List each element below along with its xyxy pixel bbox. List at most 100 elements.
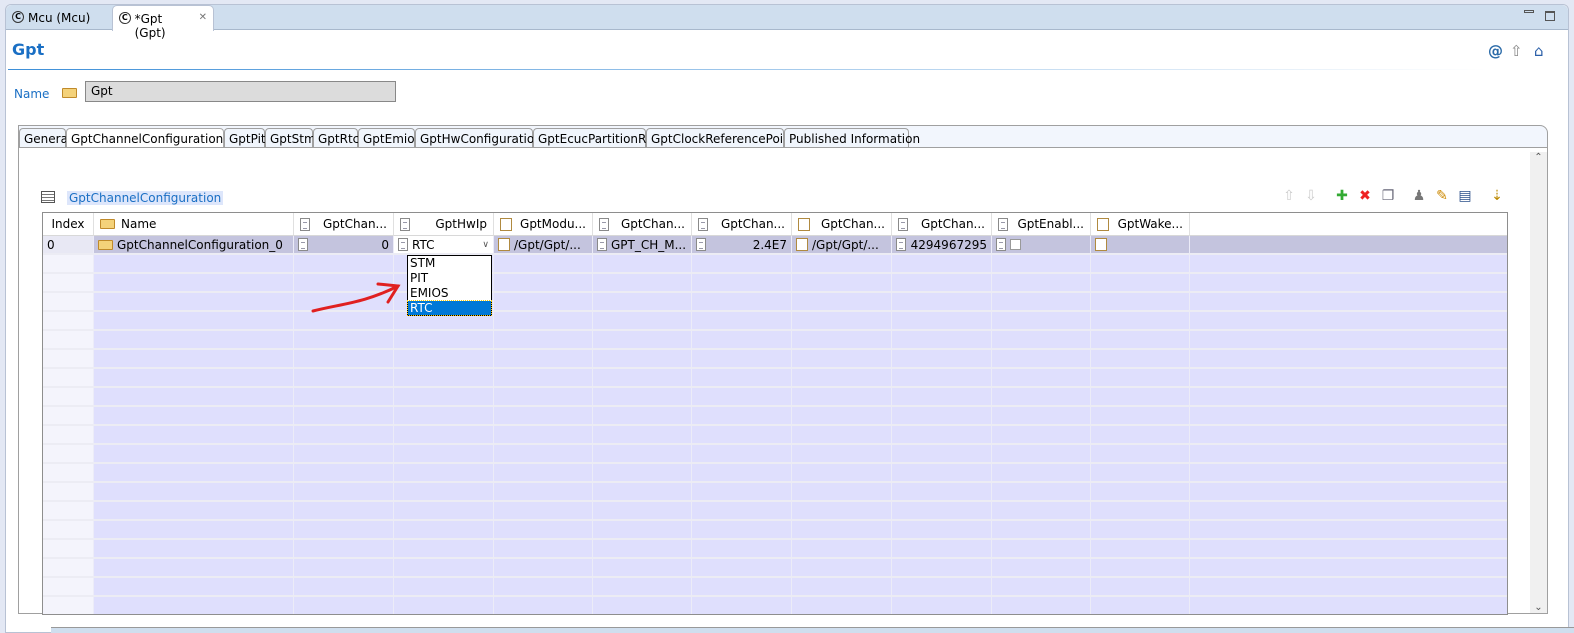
empty-cell	[43, 445, 94, 464]
column-header-label: GptChan...	[820, 217, 885, 231]
empty-cell	[593, 578, 692, 597]
move-up-icon[interactable]: ⇧	[1281, 188, 1297, 204]
empty-cell	[394, 559, 494, 578]
table-cell[interactable]: 4294967295	[892, 236, 992, 255]
home-icon[interactable]: ⌂	[1534, 42, 1544, 60]
table-cell[interactable]: 0	[294, 236, 394, 255]
dropdown-option[interactable]: EMIOS	[408, 286, 491, 301]
tab-gptrtc[interactable]: GptRtc	[313, 128, 359, 148]
dropdown-option[interactable]: PIT	[408, 271, 491, 286]
tab-gptstm[interactable]: GptStm	[265, 128, 316, 148]
column-header[interactable]: GptHwIp	[394, 213, 494, 236]
tab-gpthwconfiguration[interactable]: GptHwConfiguration	[415, 128, 542, 148]
checkbox[interactable]	[1010, 239, 1021, 250]
empty-cell	[494, 502, 593, 521]
column-header[interactable]: GptChan...	[593, 213, 692, 236]
empty-cell	[94, 521, 294, 540]
empty-cell	[294, 464, 394, 483]
column-header[interactable]: GptChan...	[294, 213, 394, 236]
column-header[interactable]: Name	[94, 213, 294, 236]
at-icon[interactable]: @	[1488, 42, 1503, 60]
empty-cell	[1091, 483, 1190, 502]
dropdown-option[interactable]: STM	[408, 256, 491, 271]
config-icon: C	[119, 12, 131, 24]
minimize-icon[interactable]	[1524, 10, 1534, 13]
column-header[interactable]: GptModu...	[494, 213, 593, 236]
column-header-label: GptChan...	[920, 217, 985, 231]
dropdown-option-selected[interactable]: RTC	[407, 300, 492, 316]
column-header[interactable]: GptChan...	[692, 213, 792, 236]
parameter-icon	[599, 217, 609, 231]
column-header[interactable]: Index	[43, 213, 94, 236]
table-cell[interactable]	[1091, 236, 1190, 255]
column-header[interactable]: GptChan...	[892, 213, 992, 236]
user-icon[interactable]: ♟	[1411, 188, 1427, 204]
empty-cell	[294, 331, 394, 350]
table-cell[interactable]	[1190, 236, 1507, 255]
empty-cell	[1190, 483, 1507, 502]
tab-gptecucpartitionref[interactable]: GptEcucPartitionRef	[533, 128, 657, 148]
empty-cell	[593, 407, 692, 426]
tab-gptchannelconfiguration[interactable]: GptChannelConfiguration	[66, 128, 224, 149]
column-header[interactable]: GptWake...	[1091, 213, 1190, 236]
chevron-down-icon[interactable]: ∨	[482, 240, 489, 250]
edit-icon[interactable]: ✎	[1434, 188, 1450, 204]
reference-icon	[1097, 217, 1109, 231]
empty-cell	[294, 369, 394, 388]
table-cell[interactable]: 2.4E7	[692, 236, 792, 255]
tab-gptemios[interactable]: GptEmios	[358, 128, 421, 148]
empty-cell	[992, 293, 1091, 312]
parameter-icon	[996, 238, 1006, 251]
column-header-label: GptHwIp	[435, 217, 487, 231]
column-header-label: GptChan...	[620, 217, 685, 231]
add-icon[interactable]: ✚	[1334, 188, 1350, 204]
table-cell[interactable]: /Gpt/Gpt/...	[792, 236, 892, 255]
table-cell[interactable]: GPT_CH_M...	[593, 236, 692, 255]
tab-published-information[interactable]: Published Information	[784, 128, 920, 148]
up-arrow-icon[interactable]: ⇧	[1510, 42, 1523, 60]
empty-cell	[94, 502, 294, 521]
scroll-down-icon[interactable]: ⌄	[1530, 602, 1547, 613]
empty-cell	[43, 312, 94, 331]
empty-cell	[1190, 502, 1507, 521]
empty-cell	[1190, 426, 1507, 445]
table-cell[interactable]	[992, 236, 1091, 255]
scroll-up-icon[interactable]: ⌃	[1530, 152, 1547, 163]
column-header[interactable]: GptChan...	[792, 213, 892, 236]
maximize-icon[interactable]	[1545, 11, 1555, 21]
empty-cell	[394, 426, 494, 445]
close-icon[interactable]: ✕	[199, 12, 207, 23]
empty-cell	[792, 597, 892, 614]
hwip-combo[interactable]: RTC ∨	[394, 236, 494, 255]
import-icon[interactable]: ⇣	[1489, 188, 1505, 204]
tab-gptpit[interactable]: GptPit	[224, 128, 266, 148]
empty-cell	[1190, 578, 1507, 597]
empty-cell	[992, 464, 1091, 483]
empty-cell	[692, 312, 792, 331]
empty-cell	[1190, 559, 1507, 578]
vertical-scrollbar[interactable]: ⌃ ⌄	[1530, 152, 1547, 613]
empty-cell	[394, 350, 494, 369]
name-field[interactable]: Gpt	[85, 81, 396, 102]
column-header-label: Name	[121, 217, 157, 231]
empty-cell	[1091, 274, 1190, 293]
copy-icon[interactable]: ❐	[1380, 188, 1396, 204]
empty-cell	[792, 521, 892, 540]
empty-cell	[792, 445, 892, 464]
move-down-icon[interactable]: ⇩	[1303, 188, 1319, 204]
table-edit-icon[interactable]: ▤	[1457, 188, 1473, 204]
editor-tab-mcu[interactable]: C Mcu (Mcu)	[6, 5, 96, 31]
delete-icon[interactable]: ✖	[1357, 188, 1373, 204]
tab-general[interactable]: General	[19, 128, 71, 148]
empty-cell	[494, 274, 593, 293]
table-cell[interactable]: /Gpt/Gpt/...	[494, 236, 593, 255]
empty-cell	[992, 331, 1091, 350]
empty-cell	[892, 521, 992, 540]
tab-gptclockreferencepoint[interactable]: GptClockReferencePoint	[646, 128, 795, 148]
table-cell[interactable]: GptChannelConfiguration_0	[94, 236, 294, 255]
editor-tab-gpt[interactable]: C *Gpt (Gpt) ✕	[112, 5, 214, 40]
column-header[interactable]: GptEnabl...	[992, 213, 1091, 236]
empty-cell	[792, 350, 892, 369]
empty-cell	[593, 597, 692, 614]
empty-cell	[94, 578, 294, 597]
